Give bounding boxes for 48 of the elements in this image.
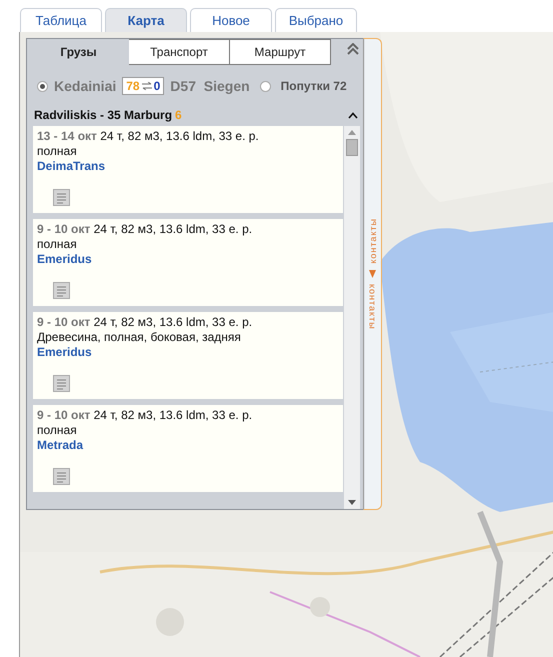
document-icon[interactable] — [53, 282, 70, 299]
body-type: полная — [37, 237, 77, 252]
tab[interactable]: Таблица — [20, 8, 102, 32]
date-range: 13 - 14 окт — [37, 129, 97, 143]
body-type: полная — [37, 423, 77, 438]
cargo-card[interactable]: 9 - 10 окт 24 т, 82 м3, 13.6 ldm, 33 е. р. Древесина, полная, боковая, задняя Emeridus — [33, 312, 343, 399]
triangle-icon — [369, 270, 376, 278]
body-type: полная — [37, 144, 77, 159]
collapse-caret-icon[interactable] — [348, 112, 358, 118]
date-range: 9 - 10 окт — [37, 315, 90, 329]
cargo-card[interactable]: 9 - 10 окт 24 т, 82 м3, 13.6 ldm, 33 е. р. полная Metrada — [33, 405, 343, 492]
count-text: 78 — [126, 79, 140, 93]
cargo-card[interactable]: 9 - 10 окт 24 т, 82 м3, 13.6 ldm, 33 е. р. полная Emeridus — [33, 219, 343, 306]
cargo-details: 24 т, 82 м3, 13.6 ldm, 33 е. р. — [94, 315, 252, 329]
date-range: 9 - 10 окт — [37, 222, 90, 236]
company-link[interactable]: DeimaTrans — [37, 159, 106, 174]
radio-button[interactable] — [260, 80, 271, 92]
company-link[interactable]: Metrada — [37, 438, 84, 453]
document-icon[interactable] — [53, 468, 70, 485]
scroll-up-icon[interactable] — [348, 130, 356, 135]
group-count: 6 — [175, 108, 182, 122]
tab[interactable]: Карта — [105, 8, 187, 32]
date-range: 9 - 10 окт — [37, 408, 90, 422]
swap-icon — [142, 82, 152, 90]
company-link[interactable]: Emeridus — [37, 345, 92, 360]
count-text: 0 — [154, 79, 160, 93]
scroll-down-icon[interactable] — [348, 500, 356, 505]
cargo-details: 24 т, 82 м3, 13.6 ldm, 33 е. р. — [94, 222, 252, 236]
cargo-details: 24 т, 82 м3, 13.6 ldm, 33 е. р. — [100, 129, 259, 143]
subtab[interactable]: Грузы — [28, 39, 129, 65]
scrollbar[interactable] — [344, 126, 360, 509]
cargo-card[interactable]: 13 - 14 окт 24 т, 82 м3, 13.6 ldm, 33 е. р. полная DeimaTrans — [33, 126, 343, 213]
radio-button[interactable] — [37, 80, 48, 92]
collapse-icon[interactable] — [347, 43, 359, 55]
origin-city: Kedainiai — [54, 78, 116, 94]
cargo-details: 24 т, 82 м3, 13.6 ldm, 33 е. р. — [94, 408, 252, 422]
destination-text: D57 Siegen — [170, 78, 250, 94]
passing-label: Попутки 72 — [280, 79, 347, 93]
body-type: Древесина, полная, боковая, задняя — [37, 330, 241, 345]
subtab[interactable]: Транспорт — [129, 39, 230, 65]
tab[interactable]: Выбрано — [275, 8, 357, 32]
document-icon[interactable] — [53, 375, 70, 392]
company-link[interactable]: Emeridus — [37, 252, 92, 267]
subtab[interactable]: Маршрут — [230, 39, 331, 65]
document-icon[interactable] — [53, 189, 70, 206]
scroll-thumb[interactable] — [346, 139, 358, 156]
group-title: Radviliskis - 35 Marburg — [34, 108, 172, 122]
tab[interactable]: Новое — [190, 8, 272, 32]
